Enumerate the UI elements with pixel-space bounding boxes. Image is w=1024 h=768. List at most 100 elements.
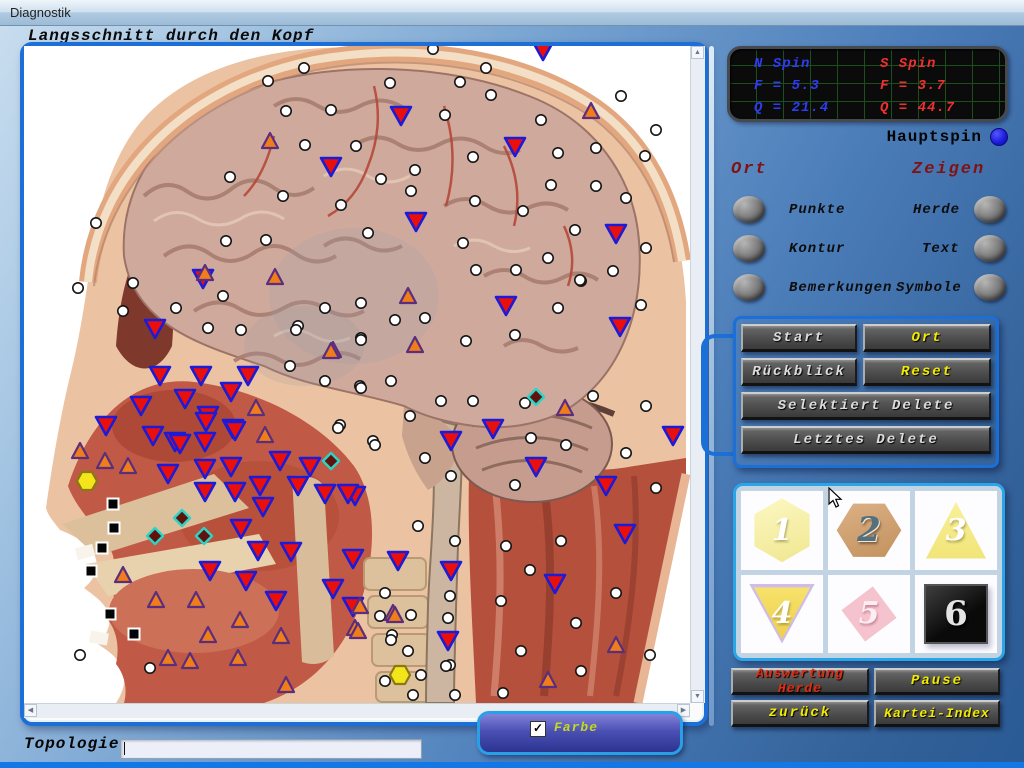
selektiert-delete-button[interactable]: Selektiert Delete bbox=[741, 392, 991, 420]
rueckblick-button[interactable]: Rückblick bbox=[741, 358, 857, 386]
marker-white-dot[interactable] bbox=[616, 91, 626, 101]
marker-white-dot[interactable] bbox=[436, 396, 446, 406]
marker-white-dot[interactable] bbox=[299, 63, 309, 73]
marker-white-dot[interactable] bbox=[236, 325, 246, 335]
marker-white-dot[interactable] bbox=[291, 325, 301, 335]
marker-white-dot[interactable] bbox=[450, 690, 460, 700]
marker-white-dot[interactable] bbox=[510, 330, 520, 340]
marker-white-dot[interactable] bbox=[385, 78, 395, 88]
marker-white-dot[interactable] bbox=[443, 613, 453, 623]
pause-button[interactable]: Pause bbox=[874, 668, 1000, 695]
radio-punkte[interactable] bbox=[733, 196, 765, 223]
marker-white-dot[interactable] bbox=[575, 275, 585, 285]
marker-white-dot[interactable] bbox=[553, 303, 563, 313]
marker-white-dot[interactable] bbox=[481, 63, 491, 73]
marker-white-dot[interactable] bbox=[501, 541, 511, 551]
marker-white-dot[interactable] bbox=[336, 200, 346, 210]
start-button[interactable]: Start bbox=[741, 324, 857, 352]
marker-white-dot[interactable] bbox=[326, 105, 336, 115]
marker-white-dot[interactable] bbox=[468, 396, 478, 406]
marker-white-dot[interactable] bbox=[410, 165, 420, 175]
marker-white-dot[interactable] bbox=[536, 115, 546, 125]
scroll-left-icon[interactable]: ◀ bbox=[24, 704, 37, 717]
marker-black-square[interactable] bbox=[86, 566, 97, 577]
marker-white-dot[interactable] bbox=[363, 228, 373, 238]
marker-white-dot[interactable] bbox=[441, 661, 451, 671]
radio-bemerkungen[interactable] bbox=[733, 274, 765, 301]
marker-white-dot[interactable] bbox=[171, 303, 181, 313]
symbol-cell-1[interactable]: 1 bbox=[740, 490, 824, 571]
marker-white-dot[interactable] bbox=[471, 265, 481, 275]
marker-white-dot[interactable] bbox=[278, 191, 288, 201]
marker-white-dot[interactable] bbox=[543, 253, 553, 263]
marker-white-dot[interactable] bbox=[356, 383, 366, 393]
marker-white-dot[interactable] bbox=[461, 336, 471, 346]
marker-white-dot[interactable] bbox=[588, 391, 598, 401]
marker-white-dot[interactable] bbox=[440, 110, 450, 120]
marker-white-dot[interactable] bbox=[576, 666, 586, 676]
symbol-cell-5[interactable]: 5 bbox=[827, 574, 911, 655]
letztes-delete-button[interactable]: Letztes Delete bbox=[741, 426, 991, 454]
marker-black-square[interactable] bbox=[129, 629, 140, 640]
marker-white-dot[interactable] bbox=[380, 676, 390, 686]
marker-white-dot[interactable] bbox=[608, 266, 618, 276]
marker-white-dot[interactable] bbox=[375, 611, 385, 621]
marker-white-dot[interactable] bbox=[428, 46, 438, 54]
marker-white-dot[interactable] bbox=[526, 433, 536, 443]
marker-white-dot[interactable] bbox=[356, 335, 366, 345]
marker-white-dot[interactable] bbox=[406, 610, 416, 620]
marker-white-dot[interactable] bbox=[356, 298, 366, 308]
marker-white-dot[interactable] bbox=[570, 225, 580, 235]
marker-white-dot[interactable] bbox=[320, 303, 330, 313]
marker-white-dot[interactable] bbox=[498, 688, 508, 698]
marker-white-dot[interactable] bbox=[406, 186, 416, 196]
marker-black-square[interactable] bbox=[97, 543, 108, 554]
marker-white-dot[interactable] bbox=[450, 536, 460, 546]
marker-white-dot[interactable] bbox=[376, 174, 386, 184]
marker-white-dot[interactable] bbox=[420, 453, 430, 463]
marker-white-dot[interactable] bbox=[525, 565, 535, 575]
marker-white-dot[interactable] bbox=[645, 650, 655, 660]
marker-white-dot[interactable] bbox=[611, 588, 621, 598]
marker-white-dot[interactable] bbox=[408, 690, 418, 700]
marker-white-dot[interactable] bbox=[261, 235, 271, 245]
marker-white-dot[interactable] bbox=[221, 236, 231, 246]
marker-white-dot[interactable] bbox=[561, 440, 571, 450]
reset-button[interactable]: Reset bbox=[863, 358, 991, 386]
title-bar[interactable]: Diagnostik bbox=[0, 0, 1024, 26]
marker-white-dot[interactable] bbox=[556, 536, 566, 546]
marker-white-dot[interactable] bbox=[496, 596, 506, 606]
marker-white-dot[interactable] bbox=[636, 300, 646, 310]
marker-white-dot[interactable] bbox=[446, 471, 456, 481]
marker-white-dot[interactable] bbox=[351, 141, 361, 151]
marker-white-dot[interactable] bbox=[621, 193, 631, 203]
marker-white-dot[interactable] bbox=[470, 196, 480, 206]
marker-white-dot[interactable] bbox=[403, 646, 413, 656]
radio-text[interactable] bbox=[974, 235, 1006, 262]
marker-white-dot[interactable] bbox=[386, 376, 396, 386]
marker-white-dot[interactable] bbox=[511, 265, 521, 275]
kartei-index-button[interactable]: Kartei-Index bbox=[874, 700, 1000, 727]
marker-white-dot[interactable] bbox=[91, 218, 101, 228]
marker-white-dot[interactable] bbox=[128, 278, 138, 288]
head-image-stage[interactable] bbox=[24, 46, 690, 703]
marker-white-dot[interactable] bbox=[416, 670, 426, 680]
marker-white-dot[interactable] bbox=[386, 635, 396, 645]
marker-white-dot[interactable] bbox=[281, 106, 291, 116]
symbol-cell-3[interactable]: 3 bbox=[914, 490, 998, 571]
marker-white-dot[interactable] bbox=[413, 521, 423, 531]
marker-white-dot[interactable] bbox=[651, 483, 661, 493]
scroll-down-icon[interactable]: ▼ bbox=[691, 690, 704, 703]
marker-white-dot[interactable] bbox=[571, 618, 581, 628]
marker-white-dot[interactable] bbox=[518, 206, 528, 216]
marker-white-dot[interactable] bbox=[300, 140, 310, 150]
topologie-input[interactable] bbox=[120, 739, 422, 759]
marker-white-dot[interactable] bbox=[203, 323, 213, 333]
marker-white-dot[interactable] bbox=[520, 398, 530, 408]
radio-herde[interactable] bbox=[974, 196, 1006, 223]
marker-white-dot[interactable] bbox=[486, 90, 496, 100]
zurueck-button[interactable]: zurück bbox=[731, 700, 869, 727]
radio-symbole[interactable] bbox=[974, 274, 1006, 301]
marker-white-dot[interactable] bbox=[510, 480, 520, 490]
hauptspin-indicator-dot[interactable] bbox=[990, 128, 1008, 146]
